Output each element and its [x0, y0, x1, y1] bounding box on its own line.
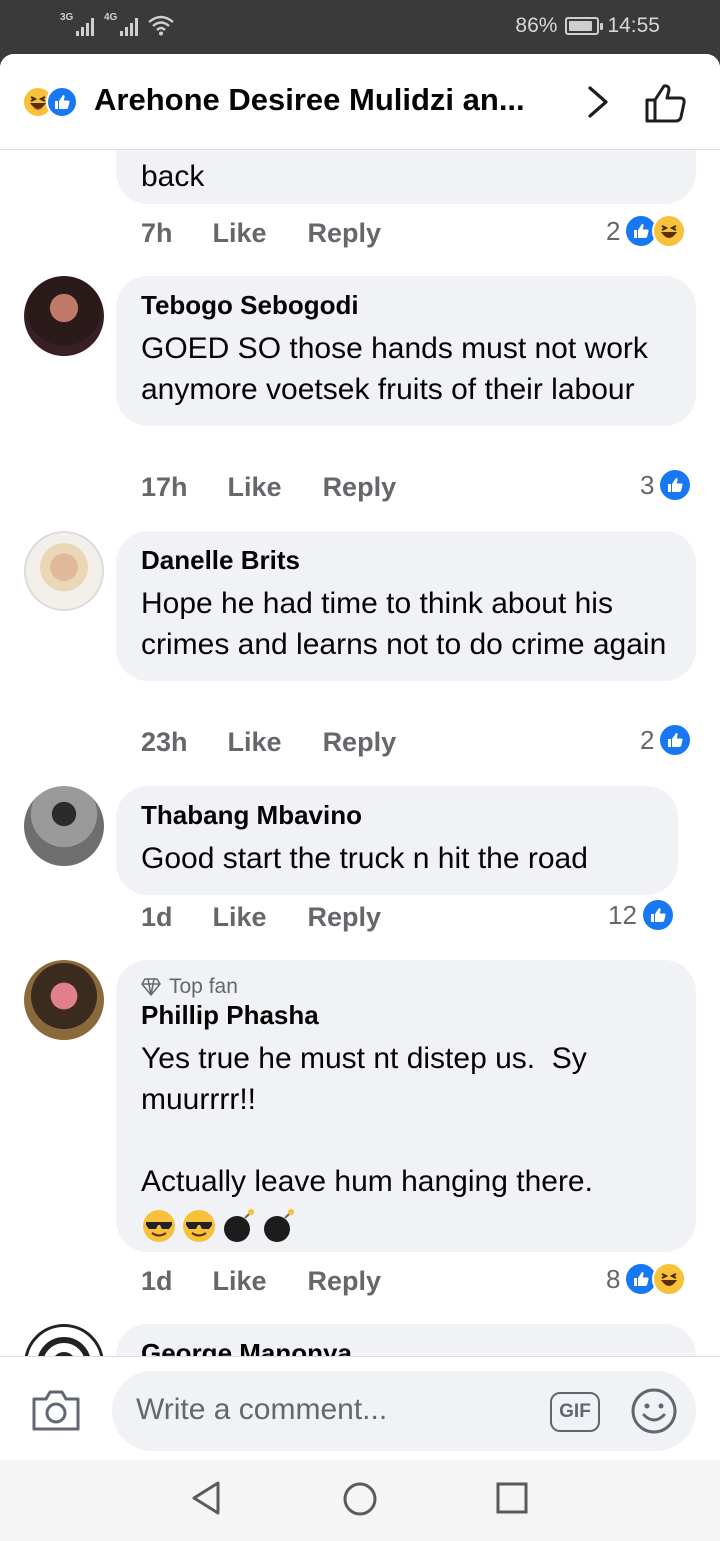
like-reaction-icon	[658, 723, 693, 757]
comment-text: Good start the truck n hit the road	[141, 842, 588, 875]
comment-actions: 23h Like Reply	[141, 727, 396, 758]
system-nav-bar	[0, 1460, 720, 1541]
reply-link[interactable]: Reply	[308, 1266, 382, 1297]
comments-list: back 7h Like Reply 2 Tebogo Sebogodi GOE…	[0, 150, 720, 1356]
like-link[interactable]: Like	[228, 472, 282, 503]
comment-input[interactable]: Write a comment... GIF	[112, 1371, 696, 1451]
commenter-name[interactable]: Phillip Phasha	[141, 1000, 672, 1030]
like-reaction-icon	[640, 898, 675, 932]
battery-percent: 86%	[515, 14, 558, 37]
reaction-count[interactable]: 8	[606, 1262, 687, 1296]
battery-icon	[565, 17, 604, 35]
reaction-count[interactable]: 12	[608, 898, 675, 932]
comment-time: 17h	[141, 472, 188, 502]
comments-sheet: Arehone Desiree Mulidzi an... back 7h Li…	[0, 54, 720, 1541]
comment-actions: 1d Like Reply	[141, 1266, 381, 1297]
home-nav-icon[interactable]	[342, 1481, 378, 1517]
avatar[interactable]	[24, 276, 104, 356]
like-link[interactable]: Like	[213, 218, 267, 249]
reaction-count[interactable]: 2	[606, 214, 687, 248]
reaction-count[interactable]: 2	[640, 723, 693, 757]
sunglasses-emoji-icon	[143, 1210, 175, 1242]
gif-icon[interactable]: GIF	[550, 1392, 600, 1432]
like-link[interactable]: Like	[213, 902, 267, 933]
comment-bubble: Tebogo Sebogodi GOED SO those hands must…	[116, 276, 696, 426]
comment-actions: 7h Like Reply	[141, 218, 381, 249]
recents-nav-icon[interactable]	[496, 1482, 528, 1514]
comment-text: back	[141, 160, 205, 193]
comment-time: 1d	[141, 1266, 173, 1296]
haha-reaction-icon	[652, 1262, 687, 1296]
comment-text: Yes true he must nt distep us. Sy muurrr…	[141, 1042, 596, 1116]
clock: 14:55	[607, 14, 660, 37]
comment-time: 7h	[141, 218, 173, 248]
reply-link[interactable]: Reply	[308, 902, 382, 933]
reply-link[interactable]: Reply	[323, 727, 397, 758]
commenter-name[interactable]: Tebogo Sebogodi	[141, 290, 672, 320]
status-right: 86% 14:55	[515, 14, 660, 38]
thumbs-up-icon[interactable]	[644, 82, 688, 124]
back-nav-icon[interactable]	[190, 1480, 222, 1516]
top-fan-badge: Top fan	[141, 974, 672, 1000]
comment-bubble: Thabang Mbavino Good start the truck n h…	[116, 786, 678, 895]
signal-3g-icon: 3G	[60, 12, 94, 36]
comment-bubble: Top fan Phillip Phasha Yes true he must …	[116, 960, 696, 1252]
sheet-header: Arehone Desiree Mulidzi an...	[0, 54, 720, 150]
commenter-name[interactable]: Danelle Brits	[141, 545, 672, 575]
commenter-name[interactable]: George Manonya	[141, 1338, 672, 1356]
emoji-row	[141, 1208, 672, 1244]
diamond-icon	[141, 978, 161, 996]
commenter-name[interactable]: Thabang Mbavino	[141, 800, 654, 830]
avatar[interactable]	[24, 786, 104, 866]
like-link[interactable]: Like	[228, 727, 282, 758]
bomb-emoji-icon	[264, 1209, 294, 1242]
status-bar: 3G 4G 86% 14:55	[0, 0, 720, 56]
reply-link[interactable]: Reply	[323, 472, 397, 503]
comment-text-2: Actually leave hum hanging there.	[141, 1165, 593, 1198]
chevron-right-icon[interactable]	[584, 84, 612, 120]
camera-icon[interactable]	[30, 1387, 82, 1433]
comment-actions: 17h Like Reply	[141, 472, 396, 503]
avatar[interactable]	[24, 1324, 104, 1356]
comment-bubble: Danelle Brits Hope he had time to think …	[116, 531, 696, 681]
post-title[interactable]: Arehone Desiree Mulidzi an...	[94, 82, 564, 118]
comment-text: Hope he had time to think about his crim…	[141, 587, 667, 661]
like-reaction-icon	[658, 468, 693, 502]
avatar[interactable]	[24, 531, 104, 611]
like-link[interactable]: Like	[213, 1266, 267, 1297]
haha-reaction-icon	[652, 214, 687, 248]
reaction-count[interactable]: 3	[640, 468, 693, 502]
reply-link[interactable]: Reply	[308, 218, 382, 249]
signal-4g-icon: 4G	[104, 12, 138, 36]
comment-bubble: back	[116, 150, 696, 204]
header-reactions[interactable]	[22, 86, 78, 118]
emoji-icon[interactable]	[630, 1387, 678, 1435]
comment-actions: 1d Like Reply	[141, 902, 381, 933]
comment-placeholder: Write a comment...	[136, 1393, 388, 1426]
bomb-emoji-icon	[224, 1209, 254, 1242]
comment-text: GOED SO those hands must not work anymor…	[141, 332, 657, 406]
like-reaction-icon	[46, 86, 78, 118]
sunglasses-emoji-icon	[183, 1210, 215, 1242]
comment-composer: Write a comment... GIF	[0, 1356, 720, 1460]
network-indicators: 3G 4G	[60, 12, 174, 36]
comment-time: 23h	[141, 727, 188, 757]
avatar[interactable]	[24, 960, 104, 1040]
comment-time: 1d	[141, 902, 173, 932]
wifi-icon	[148, 15, 174, 36]
comment-bubble: George Manonya	[116, 1324, 696, 1356]
